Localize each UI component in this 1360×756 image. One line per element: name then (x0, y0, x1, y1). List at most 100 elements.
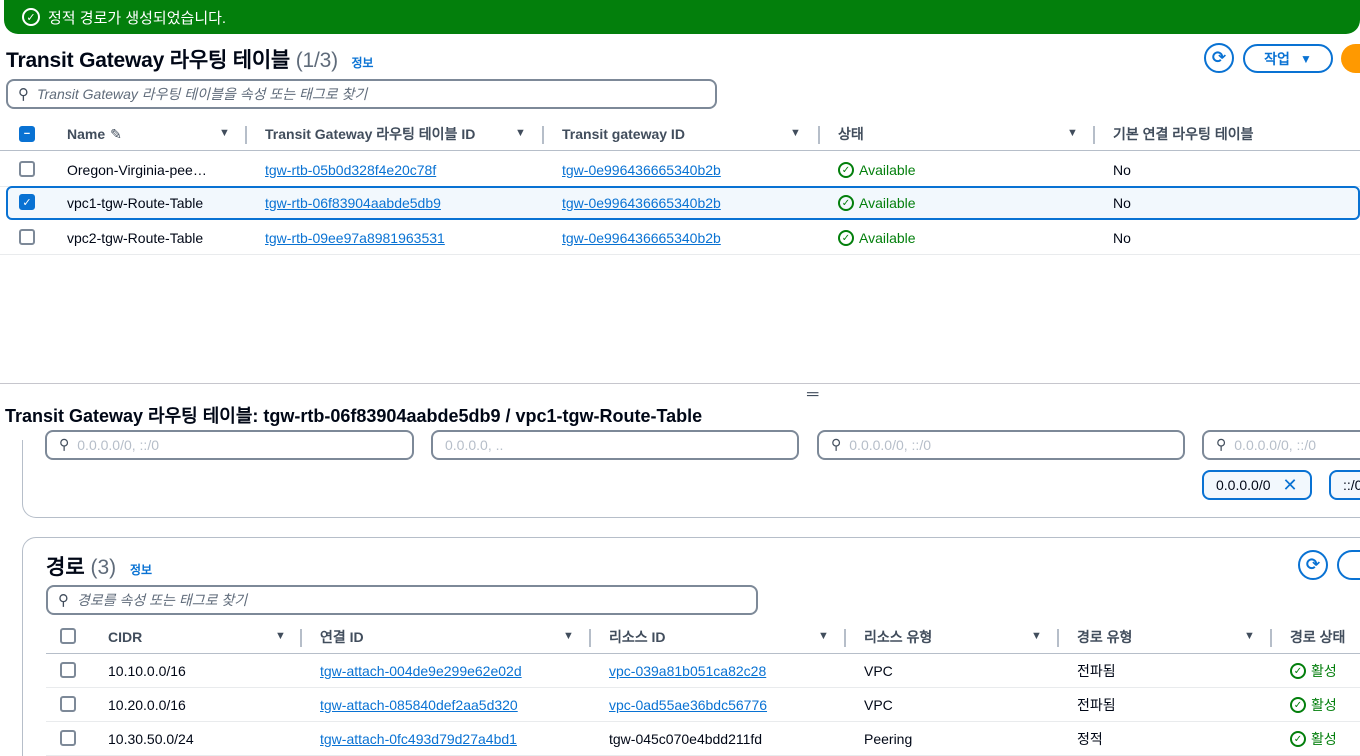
table-row-selected[interactable]: ✓ vpc1-tgw-Route-Table tgw-rtb-06f83904a… (6, 186, 1360, 220)
resource-type-value: VPC (864, 663, 893, 679)
search-icon: ⚲ (1216, 436, 1227, 452)
column-divider[interactable] (818, 126, 820, 144)
row-checkbox[interactable] (60, 662, 76, 678)
resize-handle-icon[interactable]: ═ (807, 386, 818, 404)
detail-panel-title: Transit Gateway 라우팅 테이블: tgw-rtb-06f8390… (5, 406, 703, 426)
filter-token[interactable]: ::/0 (1329, 470, 1360, 500)
sort-icon[interactable]: ▼ (818, 630, 829, 642)
token-label: 0.0.0.0/0 (1216, 477, 1271, 493)
sort-icon[interactable]: ▼ (790, 127, 801, 139)
row-name: vpc2-tgw-Route-Table (67, 230, 204, 246)
col-route-type[interactable]: 경로 유형 (1077, 620, 1132, 654)
split-panel-divider[interactable] (0, 383, 1360, 384)
attachment-id-link[interactable]: tgw-attach-085840def2aa5d320 (320, 688, 518, 722)
column-divider[interactable] (1093, 126, 1095, 144)
row-checkbox[interactable] (19, 161, 35, 177)
filter-container: ⚲ 0.0.0.0/0, ::/0 0.0.0.0, .. ⚲ 0.0.0.0/0,… (22, 430, 1360, 518)
resource-type-value: VPC (864, 697, 893, 713)
resource-id-link[interactable]: vpc-0ad55ae36bdc56776 (609, 688, 767, 722)
rtb-id-link[interactable]: tgw-rtb-05b0d328f4e20c78f (265, 153, 436, 187)
table-row[interactable]: Oregon-Virginia-pee… tgw-rtb-05b0d328f4e… (0, 153, 1360, 187)
col-route-state[interactable]: 경로 상태 (1290, 620, 1345, 654)
filter-input[interactable]: ⚲ 0.0.0.0/0, ::/0 (817, 430, 1185, 460)
tgw-id-link[interactable]: tgw-0e996436665340b2b (562, 153, 721, 187)
resource-id-link[interactable]: vpc-039a81b051ca82c28 (609, 654, 766, 688)
rtb-id-link[interactable]: tgw-rtb-06f83904aabde5db9 (265, 186, 441, 220)
status-badge: ✓ Available (838, 221, 916, 255)
refresh-icon[interactable]: ⟳ (1298, 550, 1328, 580)
filter-placeholder: 0.0.0.0, .. (445, 437, 504, 453)
info-link[interactable]: 정보 (352, 56, 374, 70)
refresh-icon[interactable]: ⟳ (1204, 43, 1234, 73)
column-divider[interactable] (245, 126, 247, 144)
column-divider[interactable] (300, 629, 302, 647)
row-checkbox[interactable] (60, 696, 76, 712)
sort-icon[interactable]: ▼ (1067, 127, 1078, 139)
table-row[interactable]: vpc2-tgw-Route-Table tgw-rtb-09ee97a8981… (0, 221, 1360, 255)
sort-icon[interactable]: ▼ (275, 630, 286, 642)
route-state-text: 활성 (1311, 663, 1337, 679)
actions-button[interactable]: 작업 ▼ (1243, 44, 1333, 73)
sort-icon[interactable]: ▼ (1244, 630, 1255, 642)
col-rtb-id[interactable]: Transit Gateway 라우팅 테이블 ID (265, 117, 475, 151)
resource-id-value: tgw-045c070e4bdd211fd (609, 731, 763, 747)
column-divider[interactable] (1057, 629, 1059, 647)
select-all-checkbox[interactable]: − (19, 126, 35, 142)
route-table-search-input[interactable]: ⚲ Transit Gateway 라우팅 테이블을 속성 또는 태그로 찾기 (6, 79, 717, 109)
sort-icon[interactable]: ▼ (1031, 630, 1042, 642)
row-name: vpc1-tgw-Route-Table (67, 195, 204, 211)
default-assoc-value: No (1113, 230, 1131, 246)
col-resource-type[interactable]: 리소스 유형 (864, 620, 932, 654)
col-rtb-id-label: Transit Gateway 라우팅 테이블 ID (265, 126, 476, 142)
sort-icon[interactable]: ▼ (515, 127, 526, 139)
row-checkbox[interactable]: ✓ (19, 194, 35, 210)
select-all-checkbox[interactable] (60, 628, 76, 644)
col-status-label: 상태 (838, 126, 864, 142)
row-checkbox[interactable] (60, 730, 76, 746)
col-cidr[interactable]: CIDR (108, 620, 142, 654)
filter-input[interactable]: ⚲ 0.0.0.0/0, ::/0 (1202, 430, 1360, 460)
col-attachment-id-label: 연결 ID (320, 629, 364, 645)
column-divider[interactable] (1270, 629, 1272, 647)
col-resource-id-label: 리소스 ID (609, 629, 666, 645)
tgw-id-link[interactable]: tgw-0e996436665340b2b (562, 221, 721, 255)
status-text: Available (859, 230, 916, 246)
close-icon[interactable]: ✕ (1283, 475, 1298, 496)
col-tgw-id[interactable]: Transit gateway ID (562, 117, 685, 151)
column-divider[interactable] (542, 126, 544, 144)
route-tables-header: − Name ✎ ▼ Transit Gateway 라우팅 테이블 ID ▼ T… (0, 117, 1360, 151)
create-button[interactable] (1341, 44, 1360, 73)
edit-icon: ✎ (110, 125, 122, 142)
sort-icon[interactable]: ▼ (563, 630, 574, 642)
col-tgw-id-label: Transit gateway ID (562, 126, 685, 142)
caret-down-icon: ▼ (1299, 51, 1312, 66)
col-resource-id[interactable]: 리소스 ID (609, 620, 666, 654)
filter-input[interactable]: 0.0.0.0, .. (431, 430, 799, 460)
attachment-id-link[interactable]: tgw-attach-0fc493d79d27a4bd1 (320, 722, 517, 756)
attachment-id-link[interactable]: tgw-attach-004de9e299e62e02d (320, 654, 522, 688)
table-row[interactable]: 10.30.50.0/24 tgw-attach-0fc493d79d27a4b… (46, 722, 1360, 756)
cidr-filter-input[interactable]: ⚲ 0.0.0.0/0, ::/0 (45, 430, 414, 460)
column-divider[interactable] (844, 629, 846, 647)
success-flash-banner: ✓ 정적 경로가 생성되었습니다. (4, 0, 1360, 34)
col-attachment-id[interactable]: 연결 ID (320, 620, 364, 654)
info-link[interactable]: 정보 (130, 563, 152, 577)
table-row[interactable]: 10.20.0.0/16 tgw-attach-085840def2aa5d32… (46, 688, 1360, 722)
col-default-assoc[interactable]: 기본 연결 라우팅 테이블 (1113, 117, 1253, 151)
token-label: ::/0 (1343, 477, 1360, 493)
col-name[interactable]: Name ✎ (67, 117, 122, 151)
rtb-id-link[interactable]: tgw-rtb-09ee97a8981963531 (265, 221, 445, 255)
default-assoc-value: No (1113, 162, 1131, 178)
routes-search-input[interactable]: ⚲ 경로를 속성 또는 태그로 찾기 (46, 585, 758, 615)
actions-button[interactable] (1337, 550, 1360, 580)
column-divider[interactable] (589, 629, 591, 647)
filter-placeholder: 0.0.0.0/0, ::/0 (77, 437, 159, 453)
sort-icon[interactable]: ▼ (219, 127, 230, 139)
tgw-id-link[interactable]: tgw-0e996436665340b2b (562, 186, 721, 220)
filter-token[interactable]: 0.0.0.0/0 ✕ (1202, 470, 1312, 500)
check-circle-icon: ✓ (1290, 731, 1306, 747)
page-title: Transit Gateway 라우팅 테이블 (6, 49, 291, 72)
row-checkbox[interactable] (19, 229, 35, 245)
col-status[interactable]: 상태 (838, 117, 864, 151)
table-row[interactable]: 10.10.0.0/16 tgw-attach-004de9e299e62e02… (46, 654, 1360, 688)
